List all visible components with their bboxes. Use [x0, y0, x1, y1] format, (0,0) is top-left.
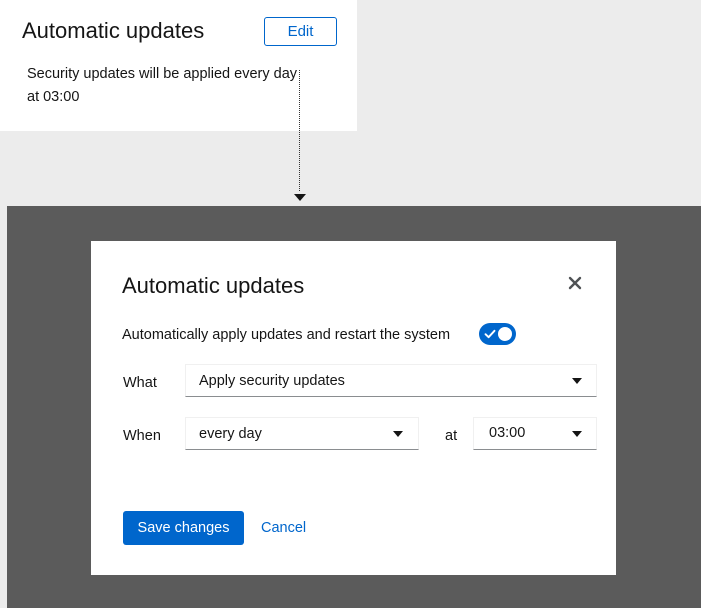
- card-title: Automatic updates: [22, 18, 205, 43]
- save-changes-button[interactable]: Save changes: [123, 511, 244, 545]
- auto-apply-toggle-label: Automatically apply updates and restart …: [122, 327, 451, 343]
- arrow-down-icon: [294, 194, 306, 201]
- chevron-down-icon: [572, 378, 582, 384]
- what-label: What: [123, 375, 157, 391]
- chevron-down-icon: [393, 431, 403, 437]
- dialog-title: Automatic updates: [122, 273, 305, 298]
- chevron-down-icon: [572, 431, 582, 437]
- toggle-knob: [498, 327, 512, 341]
- cancel-button[interactable]: Cancel: [261, 518, 306, 538]
- automatic-updates-dialog: Automatic updates Automatically apply up…: [91, 241, 616, 575]
- edit-button[interactable]: Edit: [264, 17, 337, 46]
- dotted-connector: [299, 70, 300, 191]
- when-select[interactable]: every day: [185, 417, 419, 450]
- time-select[interactable]: 03:00: [473, 417, 597, 450]
- close-icon[interactable]: [565, 273, 585, 293]
- card-description: Security updates will be applied every d…: [27, 66, 298, 105]
- auto-apply-toggle[interactable]: [479, 323, 516, 345]
- when-select-value: every day: [199, 426, 262, 442]
- what-select[interactable]: Apply security updates: [185, 364, 597, 397]
- what-select-value: Apply security updates: [199, 373, 345, 389]
- at-label: at: [445, 428, 458, 444]
- automatic-updates-card: Automatic updates Edit Security updates …: [0, 0, 357, 131]
- time-select-value: 03:00: [489, 425, 526, 441]
- checkmark-icon: [484, 329, 496, 339]
- when-label: When: [123, 428, 161, 444]
